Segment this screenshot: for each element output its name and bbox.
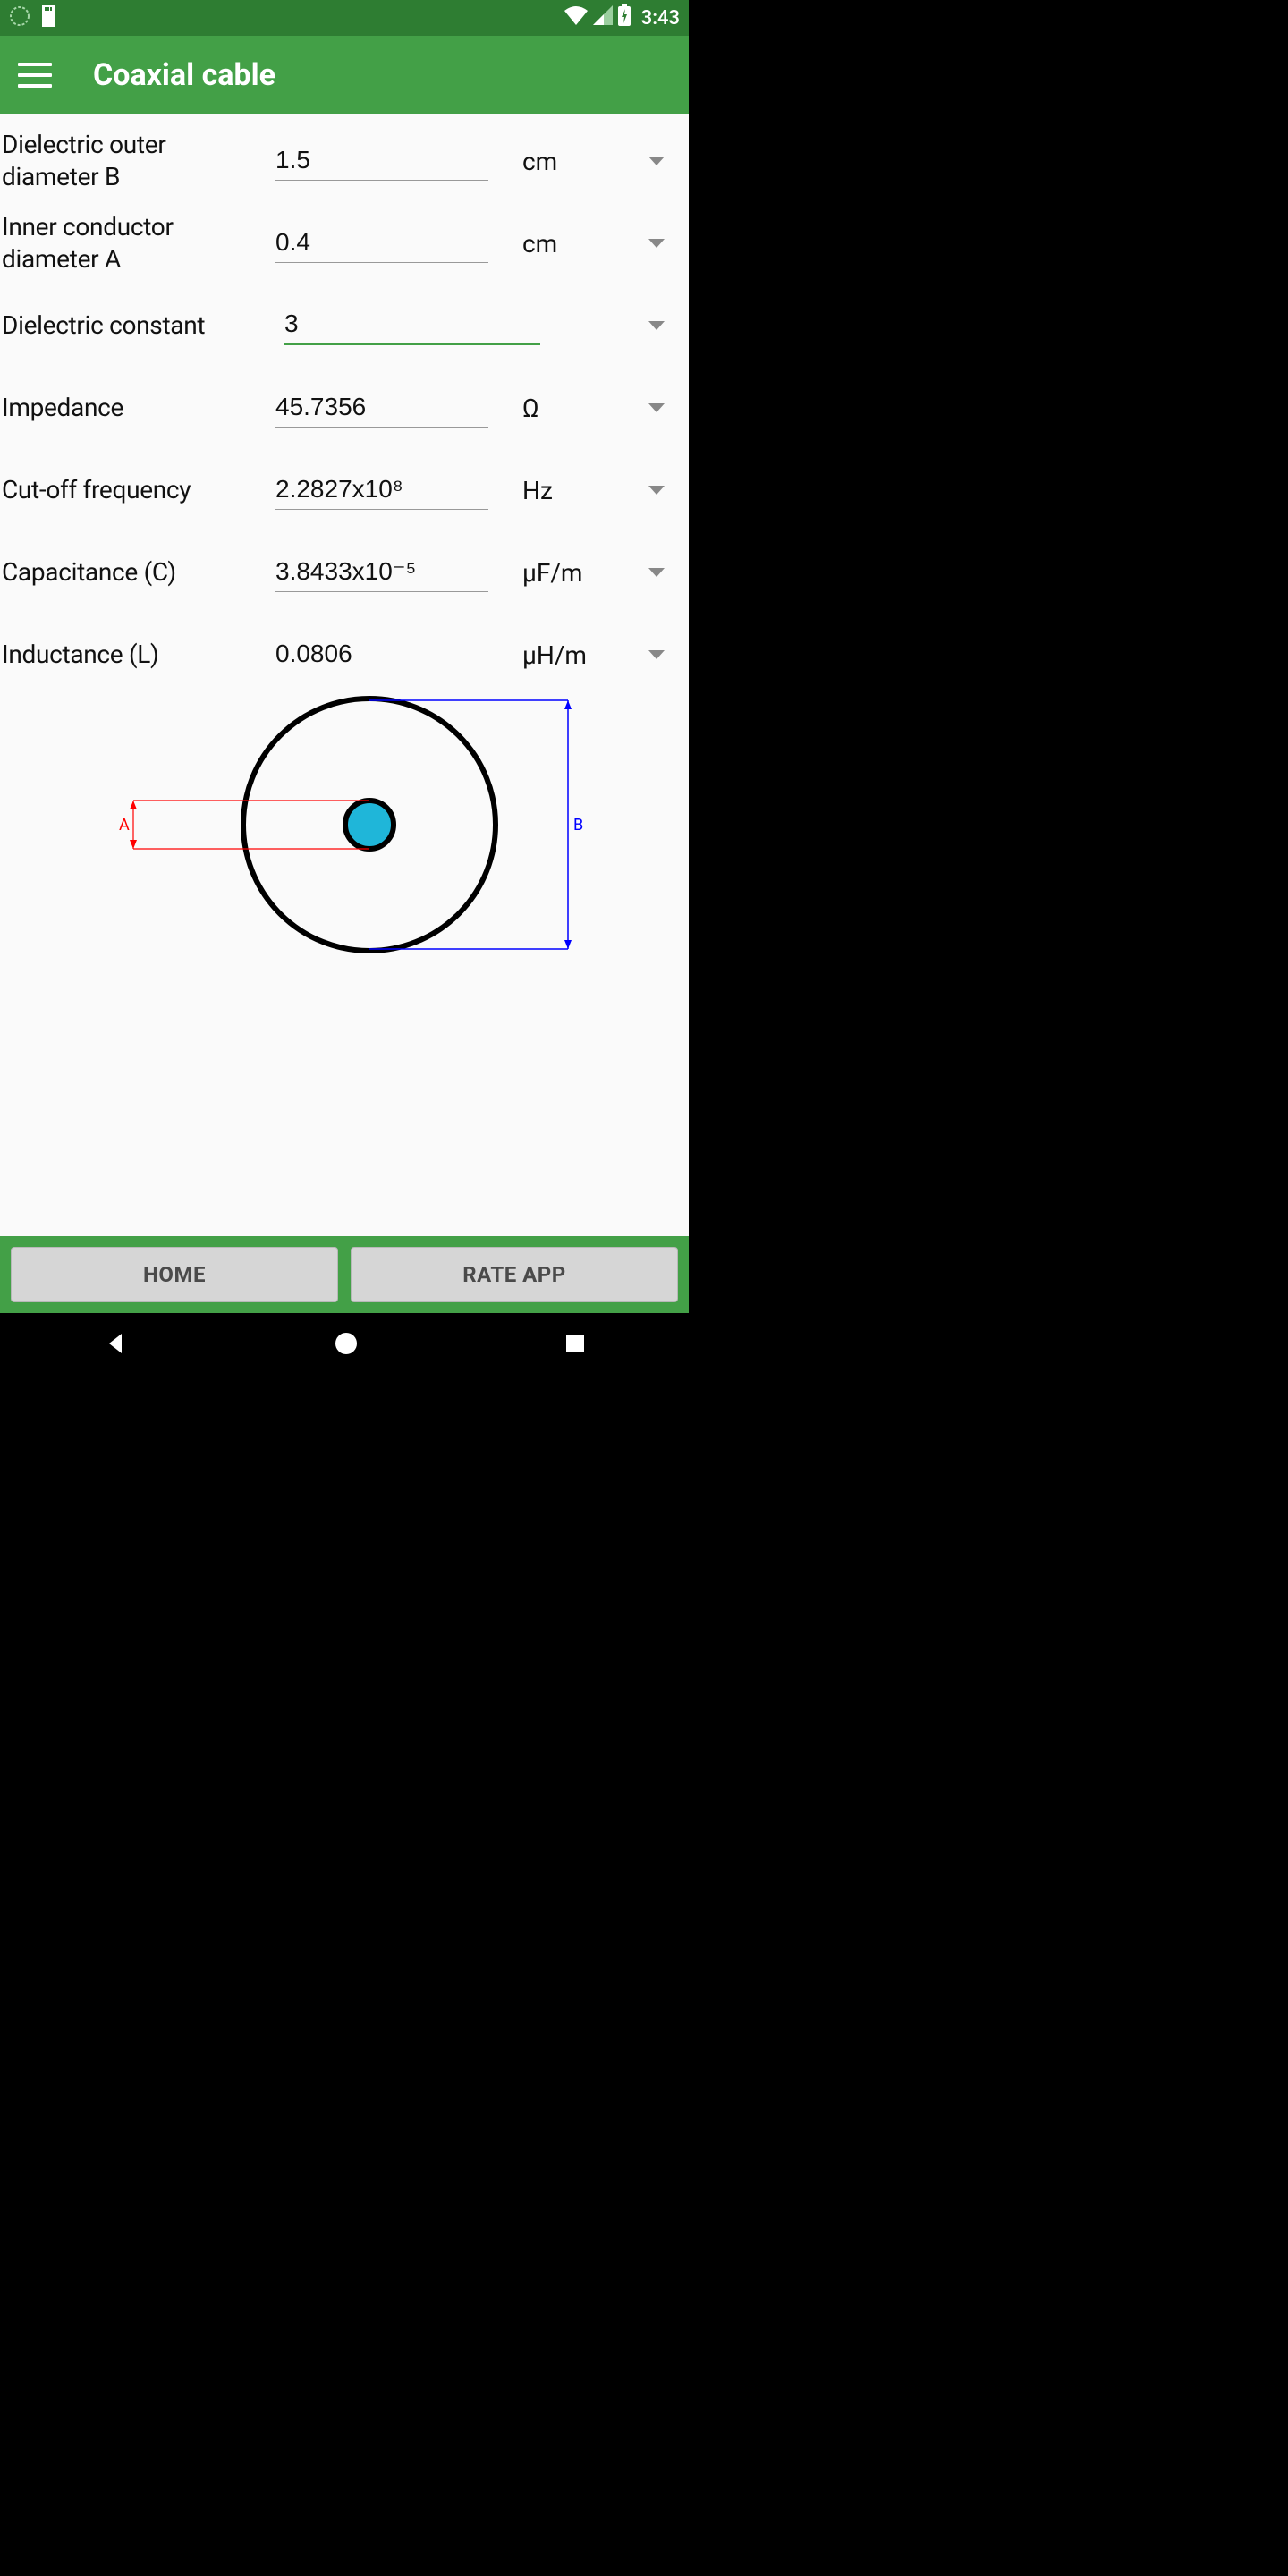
unit-label: cm [496,147,631,176]
unit-label: μF/m [496,558,631,588]
chevron-down-icon [648,568,665,577]
field-inner-conductor: Inner conductor diameter A cm [0,202,689,284]
app-bar: Coaxial cable [0,36,689,114]
field-label: Inner conductor diameter A [0,211,234,276]
diagram-label-a: A [119,816,130,835]
field-capacitance: Capacitance (C) μF/m [0,531,689,614]
chevron-down-icon [648,650,665,659]
chevron-down-icon [648,239,665,248]
chevron-down-icon [648,486,665,495]
unit-label: Hz [496,476,631,505]
nav-home-icon[interactable] [334,1331,359,1360]
unit-dropdown[interactable] [631,321,682,330]
capacitance-input[interactable] [275,554,488,592]
wifi-icon [564,5,588,30]
page-title: Coaxial cable [93,57,275,93]
field-label: Impedance [0,392,234,424]
field-label: Inductance (L) [0,639,234,671]
status-clock: 3:43 [641,7,680,30]
coaxial-diagram: B A [0,696,689,964]
nav-back-icon[interactable] [102,1330,129,1360]
chevron-down-icon [648,403,665,412]
nav-recent-icon[interactable] [564,1332,587,1359]
unit-dropdown[interactable] [631,650,682,659]
rate-app-button[interactable]: RATE APP [351,1247,678,1302]
impedance-input[interactable] [275,389,488,428]
diagram-label-b: B [573,816,583,835]
unit-label: Ω [496,394,631,423]
unit-dropdown[interactable] [631,403,682,412]
unit-label: μH/m [496,640,631,670]
dielectric-constant-input[interactable] [284,306,540,345]
unit-dropdown[interactable] [631,157,682,165]
sd-card-icon [39,5,57,30]
home-button[interactable]: HOME [11,1247,338,1302]
unit-dropdown[interactable] [631,568,682,577]
field-label: Capacitance (C) [0,556,234,589]
inner-conductor-input[interactable] [275,225,488,263]
unit-label: cm [496,229,631,258]
field-cutoff-frequency: Cut-off frequency Hz [0,449,689,531]
unit-dropdown[interactable] [631,239,682,248]
field-impedance: Impedance Ω [0,367,689,449]
main-content: Dielectric outer diameter B cm Inner con… [0,114,689,1236]
app-running-icon [9,5,30,30]
dielectric-outer-input[interactable] [275,142,488,181]
cutoff-input[interactable] [275,471,488,510]
chevron-down-icon [648,157,665,165]
field-inductance: Inductance (L) μH/m [0,614,689,696]
status-bar: 3:43 [0,0,689,36]
inductance-input[interactable] [275,636,488,674]
battery-charging-icon [618,4,631,31]
bottom-bar: HOME RATE APP [0,1236,689,1313]
field-label: Dielectric outer diameter B [0,129,234,194]
chevron-down-icon [648,321,665,330]
system-nav-bar [0,1313,689,1377]
field-dielectric-constant: Dielectric constant [0,284,689,367]
field-dielectric-outer: Dielectric outer diameter B cm [0,120,689,202]
field-label: Cut-off frequency [0,474,234,506]
unit-dropdown[interactable] [631,486,682,495]
field-label: Dielectric constant [0,309,234,342]
hamburger-icon[interactable] [18,63,52,88]
cell-signal-icon [593,5,613,30]
